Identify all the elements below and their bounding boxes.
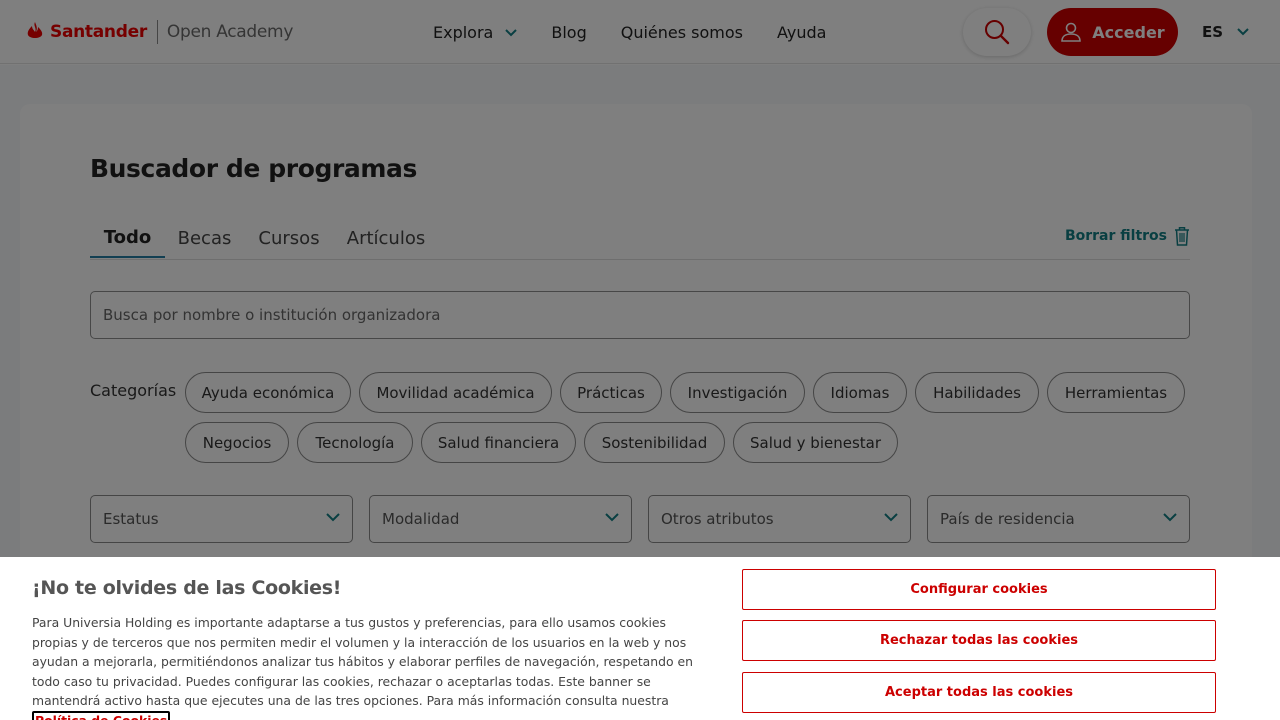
cookie-description-text: Para Universia Holding es importante ada… — [32, 615, 693, 708]
cookie-banner: ¡No te olvides de las Cookies! Para Univ… — [0, 557, 1280, 720]
accept-cookies-button[interactable]: Aceptar todas las cookies — [742, 672, 1216, 713]
cookie-title: ¡No te olvides de las Cookies! — [32, 577, 342, 599]
cookie-policy-link[interactable]: Política de Cookies — [32, 710, 171, 720]
cookie-description: Para Universia Holding es importante ada… — [32, 613, 710, 720]
reject-cookies-button[interactable]: Rechazar todas las cookies — [742, 620, 1216, 661]
configure-cookies-button[interactable]: Configurar cookies — [742, 569, 1216, 610]
